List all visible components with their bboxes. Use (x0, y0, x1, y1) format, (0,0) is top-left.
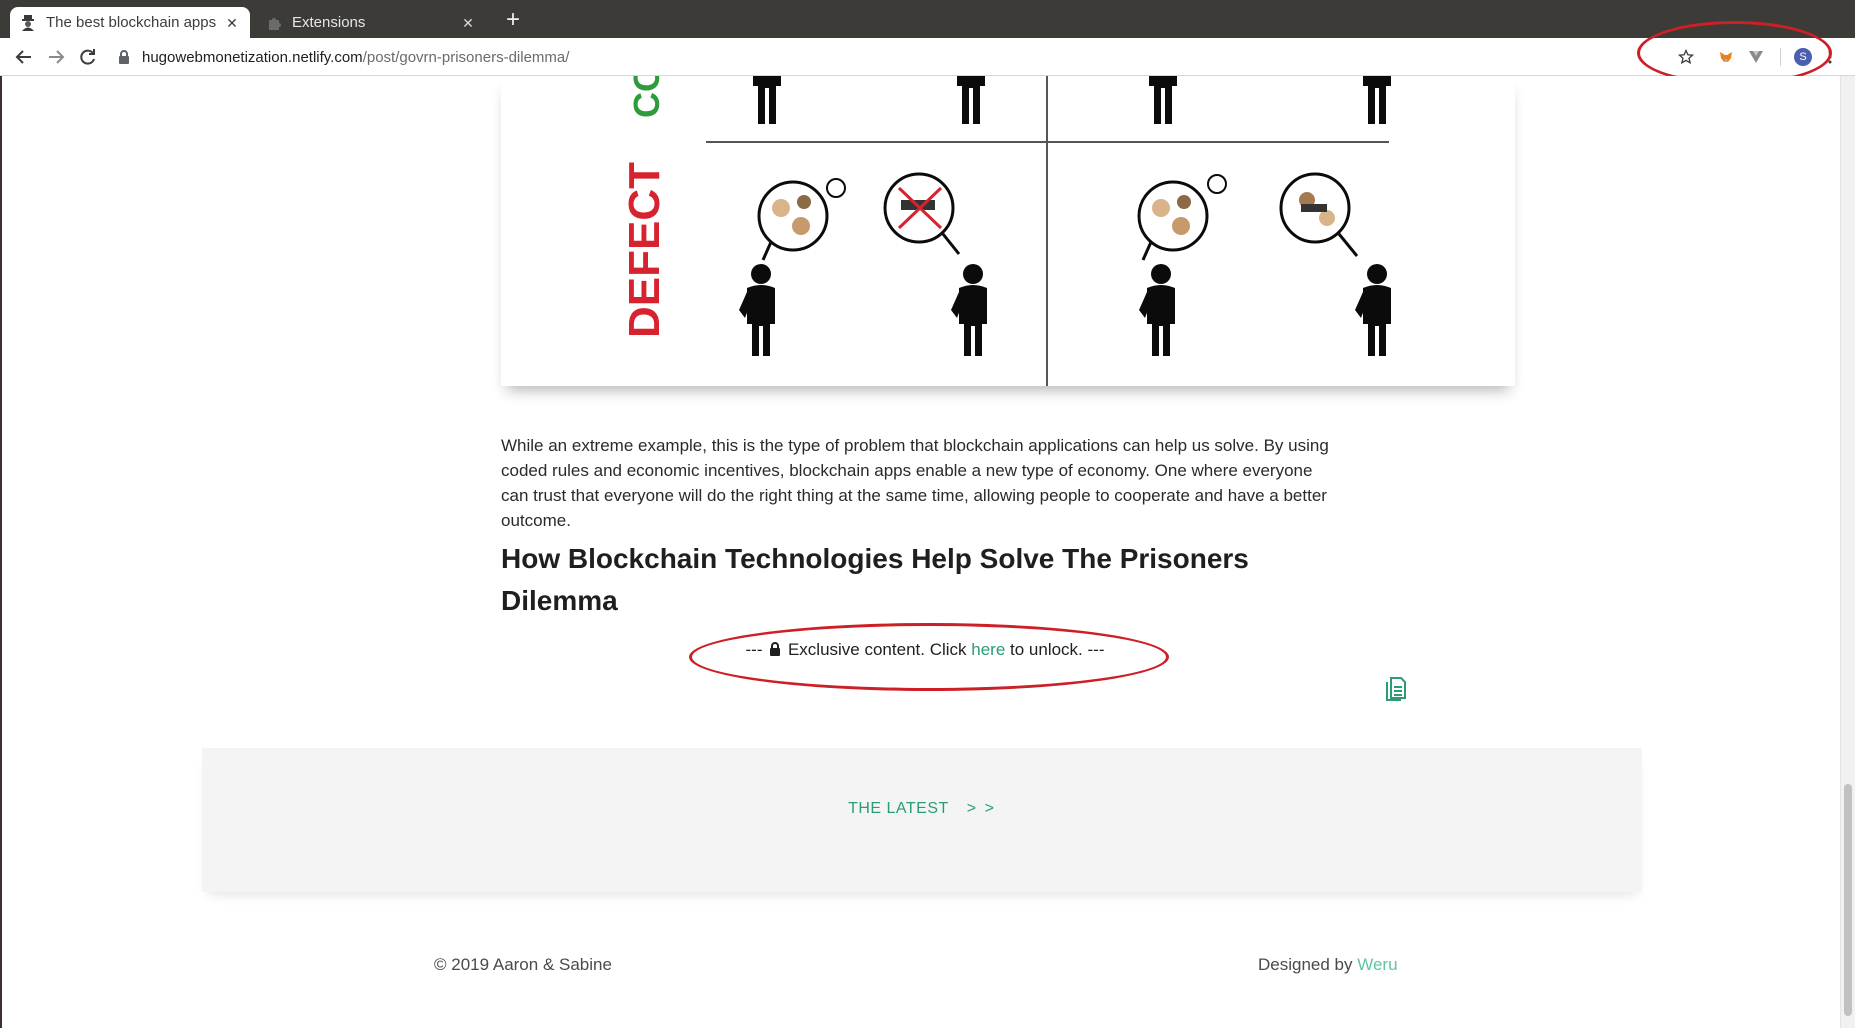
browser-toolbar: hugowebmonetization.netlify.com/post/gov… (0, 38, 1855, 76)
thought-bubble-icon (757, 178, 846, 261)
browser-tab-bar: The best blockchain apps ✕ Extensions ✕ … (0, 0, 1855, 38)
document-copy-icon (1386, 677, 1406, 701)
arrow-left-icon (15, 50, 31, 64)
exclusive-text: Exclusive content. Click (783, 640, 972, 659)
tab-extensions[interactable]: Extensions ✕ (256, 7, 486, 38)
tab-title: The best blockchain apps (46, 14, 217, 31)
thought-bubble-icon (883, 172, 961, 255)
scrollbar-thumb[interactable] (1844, 784, 1852, 1016)
latest-posts-band: THE LATEST > > (202, 748, 1642, 892)
new-tab-button[interactable]: + (500, 8, 526, 34)
defect-row-label: DEFECT (620, 162, 669, 338)
spy-favicon-icon (20, 14, 36, 31)
page-scrollbar[interactable] (1840, 76, 1855, 1028)
forward-button[interactable] (42, 43, 70, 71)
arrow-right-icon (49, 50, 65, 64)
metamask-fox-icon (1720, 52, 1732, 62)
thought-bubble-icon (1137, 174, 1227, 261)
kebab-menu-icon (1828, 50, 1832, 64)
unlock-link[interactable]: here (971, 640, 1005, 659)
cooperate-row-label: CO (626, 76, 667, 118)
exclusive-suffix: to unlock. --- (1005, 640, 1105, 659)
tab-blockchain-apps[interactable]: The best blockchain apps ✕ (10, 7, 250, 38)
back-button[interactable] (10, 43, 38, 71)
exclusive-prefix: --- (745, 640, 768, 659)
designer-link[interactable]: Weru (1357, 955, 1397, 974)
star-icon (1678, 49, 1694, 65)
bookmark-star-button[interactable] (1674, 43, 1698, 71)
article-paragraph: While an extreme example, this is the ty… (501, 436, 1329, 530)
address-bar[interactable]: hugowebmonetization.netlify.com/post/gov… (118, 42, 1618, 72)
tab-close-icon[interactable]: ✕ (460, 15, 476, 31)
browser-menu-button[interactable] (1824, 43, 1836, 71)
url-host: hugowebmonetization.netlify.com (142, 48, 363, 66)
url-path: /post/govrn-prisoners-dilemma/ (362, 48, 570, 66)
copy-document-button[interactable] (1384, 675, 1408, 701)
reload-button[interactable] (74, 43, 102, 71)
v-shield-icon (1749, 51, 1763, 63)
double-chevron-right-icon: > > (966, 800, 996, 817)
footer-credit: Designed by Weru (1258, 955, 1398, 975)
tab-title: Extensions (292, 14, 366, 31)
the-latest-label: THE LATEST (848, 800, 949, 817)
profile-avatar-button[interactable]: S (1791, 43, 1815, 71)
lock-icon (119, 50, 129, 64)
exclusive-content-notice: --- Exclusive content. Click here to unl… (690, 640, 1160, 660)
prisoners-dilemma-illustration: CO DEFECT (620, 64, 1391, 386)
vue-devtools-extension-button[interactable] (1744, 43, 1768, 71)
puzzle-favicon-icon (266, 15, 282, 31)
designed-by-label: Designed by (1258, 955, 1358, 974)
footer-copyright: © 2019 Aaron & Sabine (434, 955, 612, 974)
reload-icon (80, 49, 95, 65)
avatar: S (1794, 48, 1812, 66)
metamask-extension-button[interactable] (1714, 43, 1738, 71)
tab-close-icon[interactable]: ✕ (224, 15, 240, 31)
lock-icon (770, 642, 781, 656)
the-latest-link[interactable]: THE LATEST > > (202, 800, 1642, 818)
page-left-edge (0, 76, 2, 1028)
section-heading: How Blockchain Technologies Help Solve T… (501, 543, 1249, 616)
toolbar-separator (1780, 48, 1781, 66)
prisoners-dilemma-figure: CO DEFECT (501, 64, 1515, 386)
thought-bubble-icon (1279, 172, 1359, 257)
